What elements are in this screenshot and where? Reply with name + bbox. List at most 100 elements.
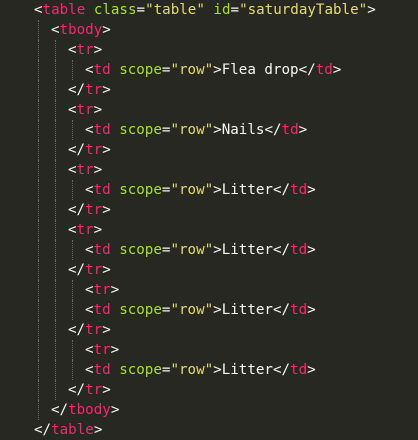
- tag-name-token: tr: [85, 202, 103, 218]
- punctuation-token: >: [213, 182, 222, 198]
- indent-guide: [38, 340, 40, 360]
- tag-name-token: td: [93, 62, 111, 78]
- indent-guide: [55, 200, 57, 220]
- code-content: </tr>: [68, 380, 111, 400]
- tag-name-token: td: [93, 182, 111, 198]
- punctuation-token: <: [85, 362, 94, 378]
- code-content: <td scope="row">Litter</td>: [85, 300, 316, 320]
- code-content: </table>: [34, 420, 102, 440]
- indent-guide: [55, 380, 57, 400]
- tag-name-token: td: [93, 362, 111, 378]
- operator-token: =: [136, 2, 146, 18]
- text-content-token: Litter: [221, 182, 273, 198]
- punctuation-token: >: [93, 102, 103, 118]
- punctuation-token: >: [307, 362, 316, 378]
- indent-guide: [38, 140, 40, 160]
- attribute-value-token: "table": [145, 2, 205, 18]
- punctuation-token: [85, 2, 94, 18]
- code-editor[interactable]: <table class="table" id="saturdayTable">…: [0, 0, 418, 438]
- attribute-name-token: scope: [119, 302, 162, 318]
- code-content: </tbody>: [51, 400, 119, 420]
- punctuation-token: <: [85, 282, 94, 298]
- punctuation-token: >: [102, 262, 111, 278]
- punctuation-token: </: [68, 322, 86, 338]
- attribute-name-token: scope: [119, 62, 162, 78]
- indent-guide: [38, 280, 40, 300]
- code-content: <tr>: [68, 100, 102, 120]
- tag-name-token: td: [281, 122, 299, 138]
- tag-name-token: tr: [76, 162, 94, 178]
- punctuation-token: <: [68, 102, 77, 118]
- tag-name-token: tr: [93, 342, 111, 358]
- attribute-name-token: scope: [119, 182, 162, 198]
- tag-name-token: tr: [76, 102, 94, 118]
- punctuation-token: <: [85, 62, 94, 78]
- punctuation-token: </: [264, 122, 282, 138]
- indent-guide: [72, 340, 74, 360]
- indent-guide: [38, 120, 40, 140]
- punctuation-token: </: [68, 202, 86, 218]
- indent-guide: [55, 140, 57, 160]
- indent-guide: [72, 280, 74, 300]
- punctuation-token: >: [298, 122, 308, 138]
- attribute-value-token: "row": [170, 182, 214, 198]
- text-content-token: Flea drop: [221, 62, 299, 78]
- punctuation-token: >: [93, 42, 103, 58]
- punctuation-token: <: [68, 42, 77, 58]
- operator-token: =: [230, 2, 240, 18]
- code-content: <tr>: [85, 280, 119, 300]
- text-content-token: Nails: [221, 122, 265, 138]
- punctuation-token: >: [102, 22, 111, 38]
- punctuation-token: >: [102, 322, 111, 338]
- attribute-value-token: "row": [170, 242, 214, 258]
- indent-guide: [72, 300, 74, 320]
- code-content: <td scope="row">Nails</td>: [85, 120, 307, 140]
- indent-guide: [38, 180, 40, 200]
- attribute-name-token: id: [213, 2, 231, 18]
- punctuation-token: </: [298, 62, 316, 78]
- punctuation-token: </: [51, 402, 69, 418]
- indent-guide: [38, 40, 40, 60]
- indent-guide: [55, 220, 57, 240]
- indent-guide: [38, 200, 40, 220]
- punctuation-token: >: [110, 342, 120, 358]
- punctuation-token: <: [85, 182, 94, 198]
- indent-guide: [38, 300, 40, 320]
- punctuation-token: <: [34, 2, 43, 18]
- tag-name-token: tr: [85, 142, 103, 158]
- punctuation-token: [111, 182, 120, 198]
- punctuation-token: >: [307, 302, 316, 318]
- punctuation-token: >: [110, 282, 120, 298]
- text-content-token: Litter: [221, 302, 273, 318]
- indent-guide: [55, 180, 57, 200]
- indent-guide: [38, 260, 40, 280]
- punctuation-token: >: [213, 122, 222, 138]
- indent-guide: [55, 320, 57, 340]
- code-content: <tbody>: [51, 20, 111, 40]
- attribute-name-token: scope: [119, 362, 162, 378]
- tag-name-token: tr: [76, 42, 94, 58]
- attribute-value-token: "row": [170, 362, 214, 378]
- indent-guide: [38, 400, 40, 420]
- tag-name-token: td: [93, 302, 111, 318]
- punctuation-token: <: [51, 22, 60, 38]
- code-content: <td scope="row">Flea drop</td>: [85, 60, 341, 80]
- punctuation-token: [111, 242, 120, 258]
- tag-name-token: td: [290, 302, 308, 318]
- indent-guide: [72, 120, 74, 140]
- code-content: <td scope="row">Litter</td>: [85, 240, 316, 260]
- attribute-name-token: scope: [119, 242, 162, 258]
- tag-name-token: tbody: [59, 22, 103, 38]
- tag-name-token: tr: [85, 82, 103, 98]
- indent-guide: [55, 100, 57, 120]
- indent-guide: [55, 160, 57, 180]
- punctuation-token: >: [110, 402, 120, 418]
- text-content-token: Litter: [221, 362, 273, 378]
- punctuation-token: <: [68, 162, 77, 178]
- indent-guide: [55, 260, 57, 280]
- punctuation-token: >: [367, 2, 376, 18]
- attribute-name-token: class: [93, 2, 137, 18]
- indent-guide: [38, 380, 40, 400]
- punctuation-token: </: [272, 362, 291, 378]
- punctuation-token: >: [93, 222, 103, 238]
